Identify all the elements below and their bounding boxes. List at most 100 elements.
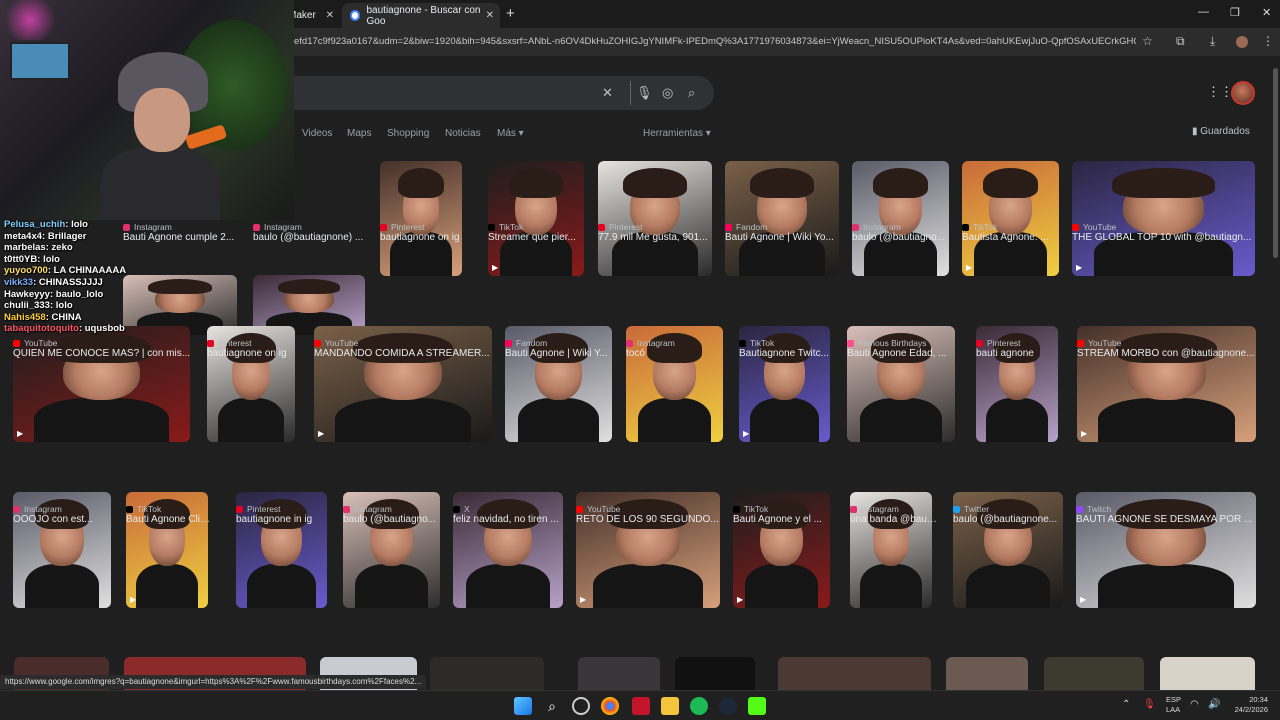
- source-name: TikTok: [137, 504, 162, 514]
- source-name: TikTok: [973, 222, 998, 232]
- chrome-icon[interactable]: [601, 697, 619, 715]
- result-caption[interactable]: baulo (@bautiagno...: [343, 514, 446, 525]
- result-caption[interactable]: tocó: [626, 348, 729, 359]
- filter-maps[interactable]: Maps: [347, 128, 371, 139]
- result-caption[interactable]: Bauti Agnone cumple 2...: [123, 232, 243, 243]
- result-source: Pinterest: [207, 338, 295, 348]
- result-caption[interactable]: Bauti Agnone y el ...: [733, 514, 836, 525]
- result-caption[interactable]: bautiagnone in ig: [236, 514, 333, 525]
- streamer-webcam-overlay: [0, 0, 294, 220]
- result-caption[interactable]: BAUTI AGNONE SE DESMAYA POR ...: [1076, 514, 1262, 525]
- chat-text: LA CHINAAAAA: [53, 265, 127, 277]
- tools-button[interactable]: Herramientas ▾: [643, 128, 711, 139]
- result-thumbnail[interactable]: [852, 161, 949, 276]
- close-window-icon[interactable]: ✕: [1262, 6, 1271, 19]
- kick-icon[interactable]: [748, 697, 766, 715]
- close-icon[interactable]: ✕: [326, 10, 334, 21]
- result-caption[interactable]: STREAM MORBO con @bautiagnone...: [1077, 348, 1262, 359]
- filter-shopping[interactable]: Shopping: [387, 128, 429, 139]
- filter-videos[interactable]: Videos: [302, 128, 332, 139]
- wifi-icon[interactable]: ◠: [1190, 699, 1199, 710]
- source-name: YouTube: [1083, 222, 1117, 232]
- result-caption[interactable]: bauti agnone: [976, 348, 1064, 359]
- language-indicator[interactable]: ESP LAA: [1166, 695, 1181, 715]
- lens-icon[interactable]: ◎: [662, 85, 673, 101]
- source-name: Instagram: [863, 222, 901, 232]
- result-caption[interactable]: Bautiagnone Twitc...: [739, 348, 836, 359]
- result-source: TikTok: [962, 222, 1059, 232]
- app-icon[interactable]: [632, 697, 650, 715]
- chat-message: yuyoo700: LA CHINAAAAA: [4, 265, 127, 277]
- bookmark-star-icon[interactable]: ☆: [1142, 34, 1153, 48]
- search-icon[interactable]: ⌕: [543, 697, 561, 715]
- menu-kebab-icon[interactable]: ⋮: [1262, 34, 1274, 48]
- chat-username: chulii_333: [4, 300, 50, 312]
- result-caption[interactable]: THE GLOBAL TOP 10 with @bautiagn...: [1072, 232, 1261, 243]
- result-source: YouTube: [576, 504, 720, 514]
- start-icon[interactable]: [514, 697, 532, 715]
- result-thumbnail[interactable]: ▶: [1072, 161, 1255, 276]
- result-caption[interactable]: MANDANDO COMIDA A STREAMER...: [314, 348, 498, 359]
- source-name: YouTube: [325, 338, 359, 348]
- chat-username: marbelas: [4, 242, 46, 254]
- saved-button[interactable]: ▮ Guardados: [1192, 126, 1250, 137]
- chat-message: t0tt0YB: lolo: [4, 253, 60, 265]
- filter-news[interactable]: Noticias: [445, 128, 481, 139]
- result-caption[interactable]: Bauti Agnone Edad, ...: [847, 348, 961, 359]
- result-caption[interactable]: una banda @bauti...: [850, 514, 938, 525]
- result-caption[interactable]: Bauti Agnone Clip ...: [126, 514, 214, 525]
- stream-chat: Pelusa_uchih: lolo meta4x4: Brillager marb…: [4, 219, 136, 335]
- result-caption[interactable]: bautiagnone on ig: [207, 348, 301, 359]
- chat-username: Pelusa_uchih: [4, 219, 66, 230]
- result-caption[interactable]: QUIEN ME CONOCE MAS? | con mis...: [13, 348, 196, 359]
- result-source: Instagram: [343, 504, 440, 514]
- date: 24/2/2026: [1234, 705, 1268, 714]
- result-caption[interactable]: OOOJO con est...: [13, 514, 117, 525]
- result-caption[interactable]: bautiagnone on ig: [380, 232, 468, 243]
- search-box[interactable]: ✕ 🎙 ◎ ⌕: [274, 76, 714, 110]
- result-caption[interactable]: Bauti Agnone | Wiki Y...: [505, 348, 618, 359]
- search-icon[interactable]: ⌕: [688, 85, 695, 101]
- tray-chevron-icon[interactable]: ⌃: [1122, 699, 1130, 710]
- result-thumbnail[interactable]: ▶: [962, 161, 1059, 276]
- obs-icon[interactable]: [572, 697, 590, 715]
- result-caption[interactable]: feliz navidad, no tiren ...: [453, 514, 569, 525]
- maximize-icon[interactable]: ❐: [1230, 6, 1240, 19]
- result-thumbnail[interactable]: [725, 161, 839, 276]
- result-caption[interactable]: baulo (@bautiagnone) ...: [253, 232, 371, 243]
- clear-icon[interactable]: ✕: [602, 85, 613, 101]
- filter-more[interactable]: Más ▾: [497, 128, 524, 139]
- file-explorer-icon[interactable]: [661, 697, 679, 715]
- mic-icon[interactable]: 🎙: [1143, 699, 1156, 710]
- result-caption[interactable]: Bauti Agnone | Wiki Yo...: [725, 232, 845, 243]
- play-icon: ▶: [1081, 429, 1088, 438]
- account-avatar[interactable]: [1231, 81, 1255, 105]
- new-tab-button[interactable]: +: [506, 5, 515, 22]
- source-favicon-icon: [505, 340, 512, 347]
- source-name: Instagram: [264, 222, 302, 232]
- close-icon[interactable]: ✕: [486, 10, 494, 21]
- clock[interactable]: 20:34 24/2/2026: [1226, 695, 1268, 715]
- profile-avatar[interactable]: [1236, 36, 1248, 48]
- volume-icon[interactable]: 🔊: [1208, 699, 1220, 710]
- tab-google-search[interactable]: bautiagnone - Buscar con Goo ✕: [342, 3, 500, 28]
- result-caption[interactable]: baulo (@bautiagnone...: [953, 514, 1069, 525]
- result-caption[interactable]: baulo (@bautiagno...: [852, 232, 955, 243]
- result-caption[interactable]: 77.9 mil Me gusta, 901...: [598, 232, 718, 243]
- result-thumbnail[interactable]: [598, 161, 712, 276]
- result-caption[interactable]: Streamer que pier...: [488, 232, 590, 243]
- result-caption[interactable]: Bautista Agnone: ...: [962, 232, 1065, 243]
- extensions-icon[interactable]: ⧉: [1176, 34, 1185, 49]
- chat-text: CHINA: [51, 311, 82, 323]
- result-caption[interactable]: RETO DE LOS 90 SEGUNDO...: [576, 514, 726, 525]
- spotify-icon[interactable]: [690, 697, 708, 715]
- voice-search-icon[interactable]: 🎙: [636, 85, 653, 101]
- scrollbar-thumb[interactable]: [1273, 68, 1278, 258]
- minimize-icon[interactable]: —: [1198, 6, 1209, 18]
- result-thumbnail[interactable]: [380, 161, 462, 276]
- steam-icon[interactable]: [719, 697, 737, 715]
- result-source: TikTok: [739, 338, 830, 348]
- download-icon[interactable]: ⤓: [1210, 34, 1215, 49]
- result-thumbnail[interactable]: ▶: [488, 161, 584, 276]
- url-field[interactable]: efd17c9f923a0167&udm=2&biw=1920&bih=945&…: [294, 32, 1136, 52]
